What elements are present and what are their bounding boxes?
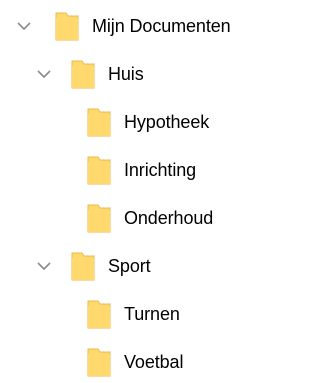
tree-item-hypotheek[interactable]: Hypotheek <box>0 102 285 142</box>
tree-item-mijn-documenten[interactable]: Mijn Documenten <box>0 6 285 46</box>
tree-item-huis[interactable]: Huis <box>0 54 285 94</box>
tree-item-label: Mijn Documenten <box>92 16 231 36</box>
tree-item-label: Sport <box>108 256 151 276</box>
folder-icon <box>86 298 112 330</box>
tree-item-sport[interactable]: Sport <box>0 246 285 286</box>
folder-icon <box>54 10 80 42</box>
folder-icon <box>70 250 96 282</box>
tree-item-voetbal[interactable]: Voetbal <box>0 342 285 382</box>
tree-item-label: Huis <box>108 64 144 84</box>
folder-icon <box>86 106 112 138</box>
chevron-down-icon[interactable] <box>14 16 34 36</box>
folder-icon <box>86 154 112 186</box>
folder-tree: Mijn Documenten Huis Hypotheek Inrichtin… <box>0 0 285 377</box>
tree-item-label: Onderhoud <box>124 208 214 228</box>
chevron-down-icon[interactable] <box>34 64 54 84</box>
folder-icon <box>86 202 112 234</box>
tree-item-turnen[interactable]: Turnen <box>0 294 285 334</box>
tree-item-inrichting[interactable]: Inrichting <box>0 150 285 190</box>
tree-item-label: Voetbal <box>124 352 184 372</box>
chevron-down-icon[interactable] <box>34 256 54 276</box>
tree-item-label: Hypotheek <box>124 112 210 132</box>
folder-icon <box>70 58 96 90</box>
tree-item-label: Turnen <box>124 304 180 324</box>
folder-icon <box>86 346 112 378</box>
tree-item-label: Inrichting <box>124 160 197 180</box>
tree-item-onderhoud[interactable]: Onderhoud <box>0 198 285 238</box>
